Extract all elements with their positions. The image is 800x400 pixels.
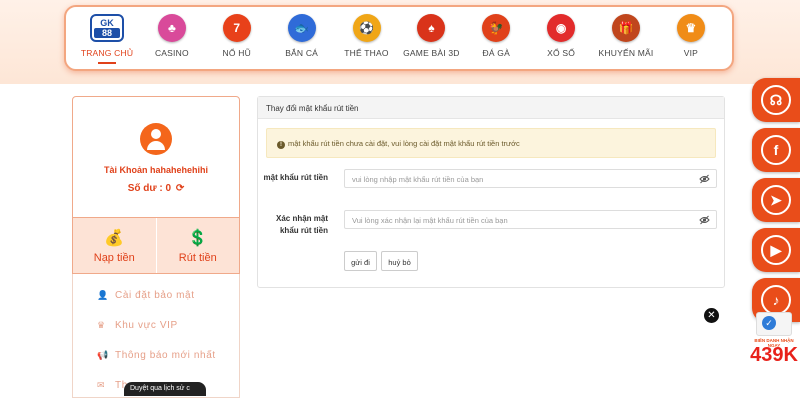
mail-icon: ✉ (97, 379, 106, 390)
menu-item-label: Khu vực VIP (115, 319, 178, 331)
rooster-icon: 🐓 (482, 14, 511, 42)
menu-item-notifications[interactable]: 📢 Thông báo mới nhất (73, 340, 239, 370)
nav-label: KHUYẾN MÃI (598, 48, 654, 58)
user-avatar-icon (140, 123, 172, 155)
password-input[interactable]: vui lòng nhập mật khẩu rút tiền của bạn (344, 169, 717, 188)
nav-item-vip-crown[interactable]: ♛ VIP (660, 7, 722, 69)
confirm-password-placeholder: Vui lòng xác nhận lại mật khẩu rút tiền … (352, 216, 508, 225)
lottery-ball-icon: ◉ (547, 14, 576, 42)
fish-icon: 🐟 (287, 14, 316, 42)
cards-icon: ♠ (417, 14, 446, 42)
alert-text: mật khẩu rút tiền chưa cài đặt, vui lòng… (288, 139, 520, 148)
main-nav: GK 88 TRANG CHỦ ♣ CASINO 7 NỔ HŨ 🐟 BẮN CÁ ⚽ THỂ TH… (64, 5, 734, 71)
facebook-icon: f (761, 135, 791, 165)
promo-amount: 439K (750, 344, 798, 366)
history-tooltip: Duyệt qua lịch sử c (124, 382, 206, 396)
support-chat-button[interactable]: ☊ (752, 78, 800, 122)
nav-item-gift[interactable]: 🎁 KHUYẾN MÃI (595, 7, 657, 69)
hand-dollar-icon: 💲 (187, 229, 208, 247)
password-placeholder: vui lòng nhập mật khẩu rút tiền của bạn (352, 175, 484, 184)
gift-icon: 🎁 (612, 14, 640, 42)
confirm-password-input[interactable]: Vui lòng xác nhận lại mật khẩu rút tiền … (344, 210, 717, 229)
nav-label: CASINO (154, 48, 189, 58)
telegram-button[interactable]: ➤ (752, 178, 800, 222)
balance-row: Số dư : 0 ⟳ (73, 183, 239, 194)
nav-item-cards[interactable]: ♠ GAME BÀI 3D (400, 7, 462, 69)
slot-777-icon: 7 (222, 14, 251, 42)
panel-title: Thay đổi mật khẩu rút tiền (258, 97, 724, 119)
nav-item-casino-chip[interactable]: ♣ CASINO (141, 7, 203, 69)
vip-crown-icon: ♛ (676, 14, 705, 42)
confirm-password-label: Xác nhận mật khẩu rút tiền (275, 214, 328, 235)
menu-item-label: Cài đặt bảo mật (115, 289, 195, 301)
warning-alert: ! mật khẩu rút tiền chưa cài đặt, vui lòn… (266, 128, 716, 158)
cancel-button[interactable]: huỷ bỏ (381, 251, 418, 271)
youtube-icon: ▶ (761, 235, 791, 265)
nav-label: NỔ HŨ (222, 48, 251, 58)
crown-icon: ♛ (97, 319, 106, 330)
top-header-band: GK 88 TRANG CHỦ ♣ CASINO 7 NỔ HŨ 🐟 BẮN CÁ ⚽ THỂ TH… (0, 0, 800, 84)
nav-item-rooster[interactable]: 🐓 ĐÁ GÀ (465, 7, 527, 69)
eye-slash-icon[interactable] (699, 215, 710, 225)
nav-item-football[interactable]: ⚽ THỂ THAO (336, 7, 398, 69)
menu-item-label: Thông báo mới nhất (115, 349, 216, 361)
balance-text: Số dư : 0 (127, 183, 172, 194)
nav-item-fish[interactable]: 🐟 BẮN CÁ (271, 7, 333, 69)
nav-item-gk88-logo[interactable]: GK 88 TRANG CHỦ (76, 7, 138, 69)
nav-label: VIP (683, 48, 699, 58)
nav-label: GAME BÀI 3D (403, 48, 460, 58)
youtube-button[interactable]: ▶ (752, 228, 800, 272)
account-menu: 👤 Cài đặt bảo mật ♛ Khu vực VIP 📢 Thông … (72, 274, 240, 398)
check-badge-icon: ✓ (762, 316, 776, 330)
withdraw-label: Rút tiền (178, 251, 217, 264)
money-bag-icon: 💰 (104, 229, 125, 247)
nav-item-lottery-ball[interactable]: ◉ XỔ SỐ (530, 7, 592, 69)
deposit-label: Nạp tiền (93, 251, 135, 264)
account-sidebar: Tài Khoản hahahehehihi Số dư : 0 ⟳ 💰 Nạp… (72, 96, 240, 398)
megaphone-icon: 📢 (97, 349, 109, 360)
promo-badge[interactable]: ✓ BIẾN DANH NHẬN NGAY 439K (748, 308, 800, 376)
facebook-button[interactable]: f (752, 128, 800, 172)
profile-card: Tài Khoản hahahehehihi Số dư : 0 ⟳ (72, 96, 240, 218)
nav-item-slot-777[interactable]: 7 NỔ HŨ (206, 7, 268, 69)
active-underline (98, 62, 116, 64)
nav-label: THỂ THAO (344, 48, 389, 58)
user-lock-icon: 👤 (97, 289, 109, 300)
casino-chip-icon: ♣ (157, 14, 186, 42)
refresh-icon[interactable]: ⟳ (176, 183, 184, 194)
gk88-logo-icon: GK 88 (90, 14, 124, 42)
football-icon: ⚽ (352, 14, 381, 42)
warning-icon: ! (277, 141, 285, 149)
menu-item-vip[interactable]: ♛ Khu vực VIP (73, 310, 239, 340)
nav-label: TRANG CHỦ (80, 48, 134, 58)
nav-label: BẮN CÁ (285, 48, 319, 58)
headset-icon: ☊ (761, 85, 791, 115)
menu-item-security[interactable]: 👤 Cài đặt bảo mật (73, 280, 239, 310)
withdraw-button[interactable]: 💲 Rút tiền (155, 218, 239, 273)
password-label: mật khẩu rút tiền (263, 173, 328, 182)
telegram-icon: ➤ (761, 185, 791, 215)
withdraw-password-panel: Thay đổi mật khẩu rút tiền ! mật khẩu rút… (257, 96, 725, 288)
nav-label: ĐÁ GÀ (482, 48, 510, 58)
eye-slash-icon[interactable] (699, 174, 710, 184)
account-name: Tài Khoản hahahehehihi (103, 165, 208, 175)
deposit-button[interactable]: 💰 Nạp tiền (73, 218, 156, 273)
wallet-actions: 💰 Nạp tiền 💲 Rút tiền (72, 218, 240, 274)
nav-label: XỔ SỐ (547, 48, 576, 58)
close-icon[interactable]: ✕ (704, 308, 719, 323)
submit-button[interactable]: gửi đi (344, 251, 377, 271)
